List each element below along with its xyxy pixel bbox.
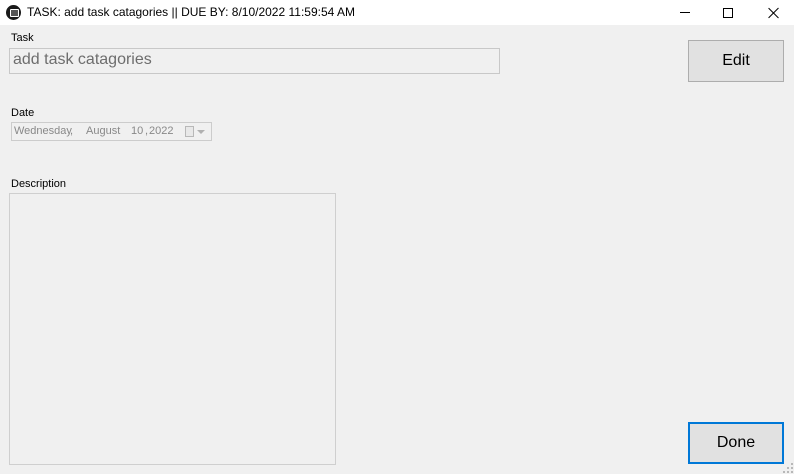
description-label: Description bbox=[11, 178, 67, 190]
window-title: TASK: add task catagories || DUE BY: 8/1… bbox=[27, 5, 355, 19]
app-icon bbox=[6, 5, 21, 20]
resize-grip[interactable] bbox=[783, 463, 793, 473]
done-button[interactable]: Done bbox=[688, 422, 784, 464]
title-bar[interactable]: TASK: add task catagories || DUE BY: 8/1… bbox=[0, 0, 794, 25]
calendar-icon bbox=[185, 126, 194, 137]
close-icon bbox=[768, 7, 780, 19]
edit-button[interactable]: Edit bbox=[688, 40, 784, 82]
date-picker[interactable]: Wednesday , August 10 , 2022 bbox=[11, 122, 212, 141]
close-button[interactable] bbox=[751, 0, 794, 25]
date-year: 2022 bbox=[149, 125, 174, 137]
date-separator: , bbox=[145, 125, 149, 137]
maximize-button[interactable] bbox=[705, 0, 751, 25]
date-separator: , bbox=[70, 125, 74, 137]
task-input[interactable]: add task catagories bbox=[9, 48, 500, 74]
description-textarea[interactable] bbox=[9, 193, 336, 465]
task-label: Task bbox=[11, 32, 34, 44]
maximize-icon bbox=[723, 7, 733, 18]
date-day: 10 bbox=[131, 125, 144, 137]
calendar-dropdown-button[interactable] bbox=[184, 125, 206, 139]
minimize-icon bbox=[680, 12, 690, 13]
minimize-button[interactable] bbox=[662, 0, 708, 25]
date-month: August bbox=[86, 125, 121, 137]
chevron-down-icon bbox=[197, 130, 205, 134]
date-label: Date bbox=[11, 107, 35, 119]
date-weekday: Wednesday bbox=[14, 125, 72, 137]
